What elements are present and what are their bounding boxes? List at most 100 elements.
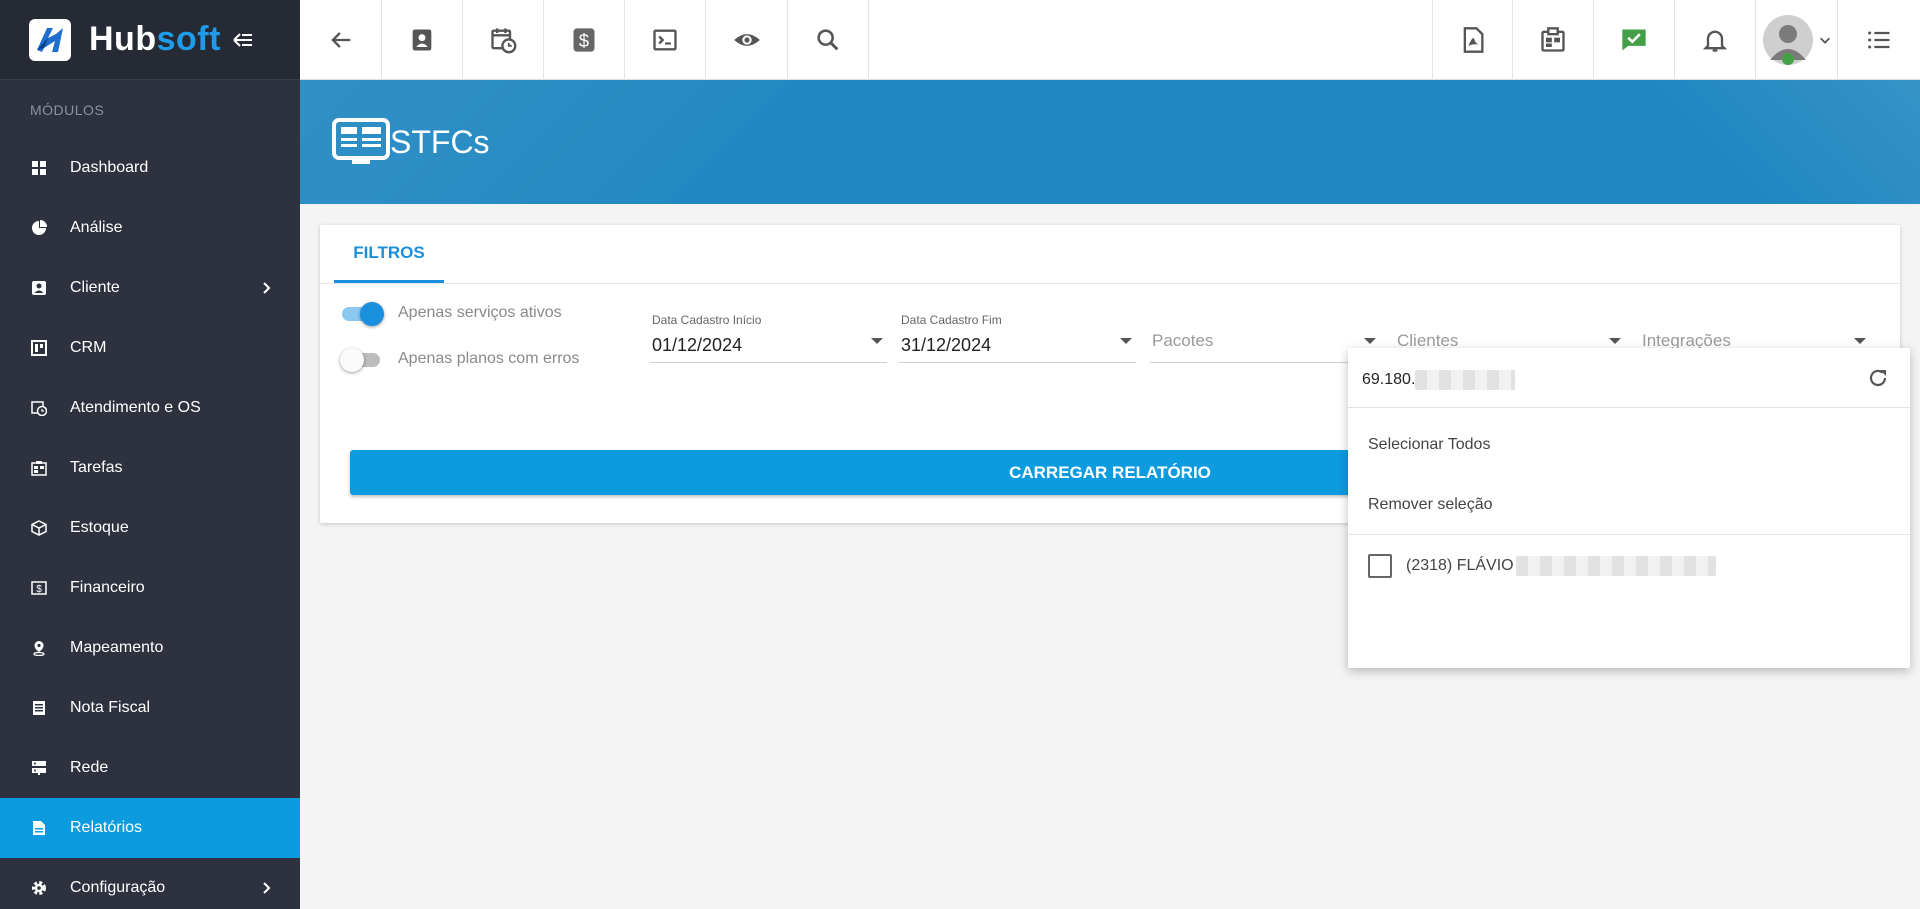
invoice-icon [30,699,48,717]
tasks-button[interactable] [1513,0,1594,80]
list-icon [1868,31,1890,49]
chevron-down-icon [1819,37,1830,44]
hubsoft-logo-icon [29,18,71,61]
select-all-option[interactable]: Selecionar Todos [1368,436,1490,454]
sidebar-item-financeiro[interactable]: $ Financeiro [0,558,300,618]
sidebar-item-dashboard[interactable]: Dashboard [0,138,300,198]
contacts-button[interactable] [382,0,463,80]
field-value: 01/12/2024 [652,335,743,355]
pie-chart-icon [30,219,48,237]
redacted-text [1515,556,1716,576]
search-input[interactable]: 69.180. [1362,370,1516,390]
report-icon [30,819,48,837]
money-icon: $ [30,579,48,597]
terminal-button[interactable] [625,0,706,80]
menu-list-button[interactable] [1838,0,1920,80]
sidebar-item-label: Atendimento e OS [70,399,201,416]
schedule-button[interactable] [463,0,544,80]
date-start-field[interactable]: Data Cadastro Início 01/12/2024 [650,313,887,363]
toggle-plans-errors[interactable]: Apenas planos com erros [340,347,580,372]
sidebar-item-atendimento[interactable]: Atendimento e OS [0,378,300,438]
sidebar-item-label: Dashboard [70,159,149,176]
brand-name: Hubsoft [89,20,221,58]
user-menu-button[interactable] [1756,0,1838,80]
eye-icon [733,34,760,46]
bell-icon [1702,30,1728,52]
toggle-active-services[interactable]: Apenas serviços ativos [340,301,562,326]
svg-text:$: $ [36,584,42,595]
chevron-right-icon [263,882,271,894]
remove-selection-option[interactable]: Remover seleção [1368,496,1493,514]
checkbox[interactable] [1368,554,1392,578]
dropdown-search[interactable]: 69.180. [1348,348,1910,408]
stfc-monitor-icon [332,118,390,164]
pdf-icon [1463,27,1483,53]
field-label: Data Cadastro Fim [901,313,1002,327]
sidebar-item-analise[interactable]: Análise [0,198,300,258]
dropdown-caret-icon [1364,338,1376,344]
sidebar: Hubsoft MÓDULOS Dashboard Análise Client… [0,0,300,909]
client-option[interactable]: (2318) FLÁVIO [1368,554,1716,578]
sidebar-item-mapeamento[interactable]: Mapeamento [0,618,300,678]
field-placeholder: Pacotes [1152,331,1214,350]
tab-filtros[interactable]: FILTROS [334,225,444,283]
page-title: STFCs [332,118,490,166]
view-button[interactable] [706,0,788,80]
gear-icon [30,879,48,897]
search-button[interactable] [788,0,869,80]
sidebar-item-crm[interactable]: CRM [0,318,300,378]
pdf-button[interactable] [1432,0,1513,80]
dollar-icon: $ [573,28,595,52]
switch-off[interactable] [340,347,384,372]
sidebar-item-tarefas[interactable]: Tarefas [0,438,300,498]
tasks-icon [30,459,48,477]
sidebar-item-configuracao[interactable]: Configuração [0,858,300,909]
dropdown-caret-icon [1609,338,1621,344]
toggle-label: Apenas planos com erros [398,350,580,367]
crm-icon [30,339,48,357]
date-end-field[interactable]: Data Cadastro Fim 31/12/2024 [899,313,1136,363]
sidebar-item-nota-fiscal[interactable]: Nota Fiscal [0,678,300,738]
back-button[interactable] [300,0,382,80]
collapse-menu-icon[interactable] [231,28,255,52]
calendar-clock-icon [30,399,48,417]
sidebar-item-relatorios[interactable]: Relatórios [0,798,300,858]
chevron-right-icon [263,282,271,294]
sidebar-item-cliente[interactable]: Cliente [0,258,300,318]
sidebar-item-label: Cliente [70,279,120,296]
modules-section-label: MÓDULOS [30,102,105,118]
redacted-text [1415,370,1516,390]
sidebar-item-label: Relatórios [70,819,143,836]
search-value: 69.180. [1362,371,1416,388]
contact-icon [30,279,48,297]
dropdown-divider [1348,534,1910,535]
dashboard-icon [30,159,48,177]
brand[interactable]: Hubsoft [0,0,300,80]
page-header: STFCs [300,80,1920,204]
switch-on[interactable] [340,301,384,326]
sidebar-item-rede[interactable]: Rede [0,738,300,798]
chat-check-icon [1622,29,1646,51]
chat-button[interactable] [1594,0,1675,80]
dropdown-caret-icon [1854,338,1866,344]
tasks-board-icon [1541,27,1565,52]
page-title-text: STFCs [390,123,490,160]
refresh-icon[interactable] [1866,366,1890,390]
field-value: 31/12/2024 [901,335,992,355]
search-icon [817,29,839,51]
finance-button[interactable]: $ [544,0,625,80]
clients-dropdown-panel: 69.180. Selecionar Todos Remover seleção… [1348,348,1910,668]
field-label: Data Cadastro Início [652,313,762,327]
sidebar-item-label: Nota Fiscal [70,699,151,716]
sidebar-item-label: Configuração [70,879,166,896]
sidebar-item-label: CRM [70,339,107,356]
sidebar-item-estoque[interactable]: Estoque [0,498,300,558]
contact-card-icon [412,29,432,51]
sidebar-item-label: Mapeamento [70,639,164,656]
sidebar-item-label: Financeiro [70,579,145,596]
notifications-button[interactable] [1675,0,1756,80]
map-pin-icon [30,639,48,657]
header-decoration [1520,80,1920,204]
packages-select[interactable]: Pacotes [1150,313,1380,363]
sidebar-item-label: Análise [70,219,123,236]
